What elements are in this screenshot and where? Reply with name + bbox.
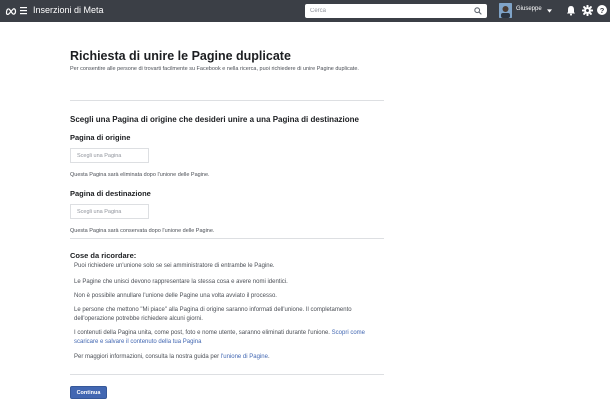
caret-down-icon[interactable] [547,9,552,13]
bell-icon[interactable] [566,5,576,16]
svg-text:?: ? [600,6,605,15]
divider [70,374,384,375]
search-icon[interactable] [474,7,482,15]
destination-page-label: Pagina di destinazione [70,189,151,198]
note-guide: Per maggiori informazioni, consulta la n… [74,353,374,362]
note-content-deleted: I contenuti della Pagina unita, come pos… [74,329,374,347]
remember-title: Cose da ricordare: [70,251,137,260]
hamburger-menu-icon[interactable] [20,6,27,15]
page-title: Richiesta di unire le Pagine duplicate [70,49,291,63]
note-guide-text: Per maggiori informazioni, consulta la n… [74,354,221,360]
user-name[interactable]: Giuseppe [516,6,542,12]
continue-button[interactable]: Continua [70,386,107,399]
avatar[interactable] [499,3,512,18]
destination-page-help: Questa Pagina sarà conservata dopo l'uni… [70,228,215,234]
note-followers: Le persone che mettono "Mi piace" alla P… [74,307,352,322]
source-page-label: Pagina di origine [70,133,131,142]
divider [70,100,384,101]
search-input[interactable] [305,4,473,18]
section-title: Scegli una Pagina di origine che desider… [70,115,359,124]
note-admin: Puoi richiedere un'unione solo se sei am… [74,263,275,269]
meta-logo-icon[interactable] [5,5,17,17]
top-navigation-bar: Inserzioni di Meta Giuseppe ? [0,0,610,22]
divider [70,238,384,239]
help-icon[interactable]: ? [597,5,607,15]
search-box[interactable] [305,4,487,18]
note-same-names: Le Pagine che unisci devono rappresentar… [74,279,288,285]
note-guide-end: . [267,354,270,360]
destination-page-input[interactable] [70,204,149,219]
note-irreversible: Non è possibile annullare l'unione delle… [74,293,277,299]
page-description: Per consentire alle persone di trovarti … [70,66,359,72]
app-title[interactable]: Inserzioni di Meta [33,5,104,15]
source-page-input[interactable] [70,148,149,163]
merge-guide-link[interactable]: l'unione di Pagine [221,354,268,360]
user-photo-icon [499,3,512,18]
note-content-deleted-text: I contenuti della Pagina unita, come pos… [74,330,332,336]
gear-icon[interactable] [582,5,593,16]
source-page-help: Questa Pagina sarà eliminata dopo l'unio… [70,172,210,178]
